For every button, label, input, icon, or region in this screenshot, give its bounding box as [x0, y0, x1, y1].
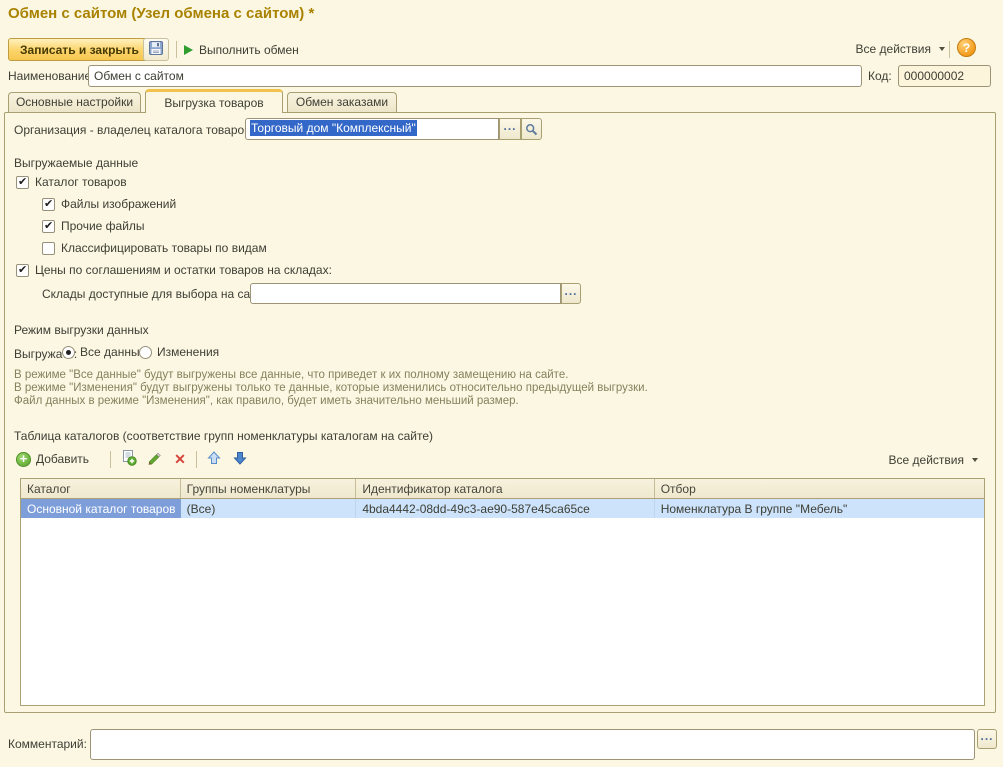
play-icon — [184, 45, 193, 55]
page-title: Обмен с сайтом (Узел обмена с сайтом) * — [8, 5, 314, 22]
chevron-down-icon — [939, 47, 945, 51]
run-exchange-button[interactable]: Выполнить обмен — [184, 38, 299, 61]
exchange-node-window: Обмен с сайтом (Узел обмена с сайтом) * … — [0, 0, 1003, 767]
tab-order-exchange[interactable]: Обмен заказами — [287, 92, 397, 113]
toolbar-separator — [949, 41, 950, 58]
tab-main-settings[interactable]: Основные настройки — [8, 92, 141, 113]
comment-input[interactable] — [90, 729, 975, 760]
tab-goods-export[interactable]: Выгрузка товаров — [145, 89, 283, 113]
all-actions-button-top[interactable]: Все действия — [856, 40, 945, 58]
help-button[interactable]: ? — [957, 38, 976, 57]
tab-content-panel — [4, 112, 996, 713]
comment-label: Комментарий: — [8, 737, 87, 751]
floppy-disk-icon — [148, 40, 164, 59]
code-input[interactable] — [898, 65, 991, 87]
save-close-button[interactable]: Записать и закрыть — [8, 38, 151, 61]
name-input[interactable] — [88, 65, 862, 87]
save-button[interactable] — [143, 38, 169, 61]
comment-expand-button[interactable]: ... — [977, 729, 997, 749]
toolbar-separator — [176, 41, 177, 58]
all-actions-label-top: Все действия — [856, 42, 931, 56]
code-label: Код: — [868, 69, 892, 83]
run-exchange-label: Выполнить обмен — [199, 43, 299, 57]
name-label: Наименование: — [8, 69, 95, 83]
